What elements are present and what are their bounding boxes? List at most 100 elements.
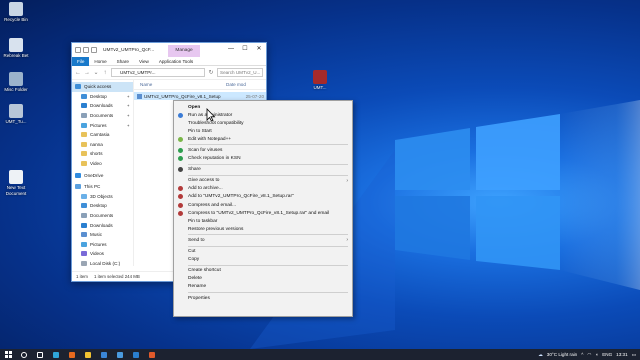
maximize-button[interactable]: ☐ — [238, 43, 252, 55]
start-button[interactable] — [0, 349, 16, 360]
nav-item[interactable]: shorts — [72, 149, 133, 159]
chevron-down-icon[interactable]: ⌄ — [93, 69, 99, 76]
context-menu-item[interactable]: Pin to Start — [174, 127, 352, 135]
context-menu-item[interactable]: Delete — [174, 275, 352, 283]
minimize-button[interactable]: — — [224, 43, 238, 55]
task-view-icon — [37, 351, 43, 358]
taskbar-app-button[interactable] — [64, 349, 80, 360]
properties-icon[interactable] — [83, 47, 89, 53]
column-date[interactable]: Date mod — [226, 82, 246, 87]
context-menu-item[interactable]: Cut — [174, 248, 352, 256]
context-menu-item[interactable]: Troubleshoot compatibility — [174, 119, 352, 127]
nav-item[interactable]: nanna — [72, 140, 133, 150]
notification-icon[interactable]: ▭ — [632, 352, 636, 358]
nav-item[interactable]: This PC — [72, 182, 133, 192]
folder-icon — [81, 203, 87, 209]
tab-application-tools[interactable]: Application Tools — [154, 57, 198, 66]
nav-item[interactable]: 3D Objects — [72, 192, 133, 202]
language-indicator[interactable]: ENG — [602, 352, 612, 357]
nav-item[interactable]: OneDrive — [72, 170, 133, 180]
context-menu-item-label: Add to "UMTv2_UMTPro_QcFire_v8.1_Setup.r… — [188, 194, 294, 200]
chevron-up-icon[interactable]: ^ — [581, 352, 583, 357]
nav-item[interactable]: Pictures — [72, 240, 133, 250]
context-menu-item-label: Properties — [188, 295, 210, 301]
back-icon[interactable]: ← — [75, 70, 81, 76]
context-menu-item[interactable]: Edit with Notepad++ — [174, 135, 352, 143]
taskbar-app-button[interactable] — [96, 349, 112, 360]
context-menu-item[interactable]: Check reputation in KSN — [174, 155, 352, 163]
weather-icon[interactable]: ☁ — [538, 352, 543, 358]
context-menu-item-label: Compress to "UMTv2_UMTPro_QcFire_v8.1_Se… — [188, 210, 330, 216]
desktop-icon-6[interactable]: UMT... — [304, 70, 336, 91]
desktop-icon-3[interactable]: Misc Folder — [0, 72, 32, 93]
context-menu-item[interactable]: Pin to taskbar — [174, 217, 352, 225]
tab-share[interactable]: Share — [112, 57, 134, 66]
taskbar-app-button[interactable] — [144, 349, 160, 360]
nav-item[interactable]: Downloads ✦ — [72, 101, 133, 111]
desktop-icon-label: Recycle Bin — [4, 17, 28, 22]
firefox-icon — [69, 351, 75, 358]
context-menu-item[interactable]: Rename — [174, 283, 352, 291]
clock[interactable]: 13:31 — [616, 352, 628, 357]
context-menu-item[interactable]: Send to › — [174, 236, 352, 244]
nav-item[interactable]: Quick access — [72, 82, 133, 92]
desktop-icon-4[interactable]: UMT_Tu... — [0, 104, 32, 125]
context-menu-item[interactable]: Compress to "UMTv2_UMTPro_QcFire_v8.1_Se… — [174, 209, 352, 217]
context-menu-item[interactable]: Add to "UMTv2_UMTPro_QcFire_v8.1_Setup.r… — [174, 193, 352, 201]
context-menu-item[interactable]: Copy — [174, 256, 352, 264]
nav-item[interactable]: Music — [72, 230, 133, 240]
title-bar[interactable]: UMTv2_UMTPro_QcF... Manage — ☐ ✕ — [72, 43, 266, 57]
tab-file[interactable]: File — [72, 56, 90, 66]
context-menu-item[interactable]: Restore previous versions — [174, 225, 352, 233]
forward-icon[interactable]: → — [84, 70, 90, 76]
nav-item[interactable]: Downloads — [72, 220, 133, 230]
new-folder-icon[interactable] — [91, 47, 97, 53]
manage-tab[interactable]: Manage — [168, 45, 200, 57]
volume-icon[interactable]: ◖ — [595, 352, 598, 357]
taskbar-app-button[interactable] — [128, 349, 144, 360]
nav-item[interactable]: Documents — [72, 211, 133, 221]
context-menu-item[interactable]: Properties — [174, 294, 352, 302]
item-count: 1 item — [76, 274, 88, 279]
context-menu-item[interactable]: Create shortcut — [174, 267, 352, 275]
nav-item[interactable]: Videos — [72, 249, 133, 259]
desktop-icon-2[interactable]: Rebreak Bet — [0, 38, 32, 59]
context-menu-item[interactable]: Scan for viruses — [174, 146, 352, 154]
nav-item[interactable]: Camtasia — [72, 130, 133, 140]
context-menu-item[interactable]: Open — [174, 103, 352, 111]
address-bar[interactable]: UMTv2_UMTPr... — [111, 68, 205, 77]
context-menu-item[interactable]: Run as administrator — [174, 111, 352, 119]
desktop-icon-recycle-bin[interactable]: Recycle Bin — [0, 2, 32, 23]
close-button[interactable]: ✕ — [252, 43, 266, 55]
folder-icon — [81, 141, 87, 147]
search-input[interactable]: Search UMTv2_U... — [217, 68, 263, 77]
tab-home[interactable]: Home — [89, 57, 111, 66]
nav-item[interactable]: Documents ✦ — [72, 111, 133, 121]
taskbar-app-button[interactable] — [16, 349, 32, 360]
context-menu-item[interactable]: Share — [174, 166, 352, 174]
nav-item[interactable]: Pictures ✦ — [72, 120, 133, 130]
nav-item[interactable]: Local Disk (C:) — [72, 259, 133, 266]
context-menu-item[interactable]: Give access to › — [174, 177, 352, 185]
network-icon[interactable]: ◠ — [587, 352, 591, 358]
column-headers: Name Date mod — [134, 80, 266, 90]
nav-item[interactable]: Desktop ✦ — [72, 92, 133, 102]
context-menu-item[interactable]: Add to archive... — [174, 185, 352, 193]
tab-view[interactable]: View — [134, 57, 154, 66]
desktop-icon-5[interactable]: New Text Document — [0, 170, 32, 196]
column-name[interactable]: Name — [134, 82, 226, 87]
nav-item-label: Documents — [90, 113, 114, 119]
file-row-selected[interactable]: UMTv2_UMTPro_QcFire_v8.1_Setup 25-07-20 — [134, 92, 266, 100]
refresh-icon[interactable]: ↻ — [208, 69, 214, 76]
quick-access-icon[interactable] — [75, 47, 81, 53]
taskbar-app-button[interactable] — [32, 349, 48, 360]
nav-item[interactable]: Desktop — [72, 201, 133, 211]
taskbar-app-button[interactable] — [112, 349, 128, 360]
weather-text[interactable]: 30°C Light rain — [547, 352, 577, 357]
nav-item[interactable]: Video — [72, 159, 133, 169]
menu-separator — [188, 163, 348, 165]
context-menu-item[interactable]: Compress and email... — [174, 201, 352, 209]
taskbar-app-button[interactable] — [48, 349, 64, 360]
up-icon[interactable]: ↑ — [102, 70, 108, 76]
taskbar-app-button[interactable] — [80, 349, 96, 360]
